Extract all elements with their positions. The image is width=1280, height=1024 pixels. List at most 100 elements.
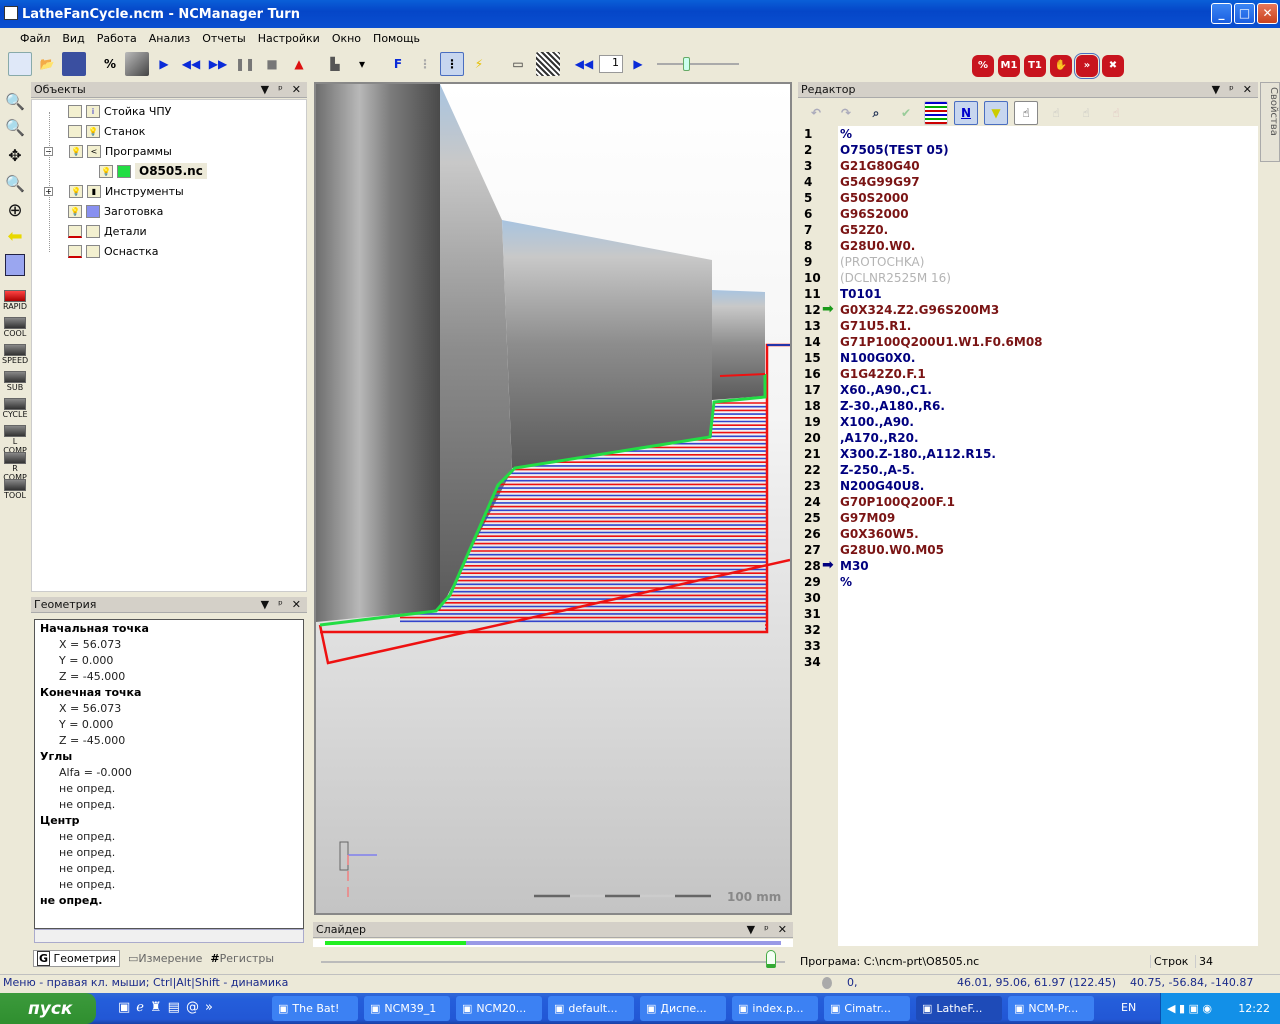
new-file-icon[interactable] [8,52,32,76]
menu-window[interactable]: Окно [326,32,367,45]
code-line[interactable]: M30 [840,558,1258,574]
code-line[interactable]: (PROTOCHKA) [840,254,1258,270]
code-lines[interactable]: % O7505(TEST 05) G21G80G40 G54G99G97 G50S200… [840,126,1258,670]
percent-tool-icon[interactable]: % [98,52,122,76]
panel-close-icon[interactable]: ✕ [1243,83,1252,96]
code-line[interactable]: Z-250.,A-5. [840,462,1258,478]
taskbar-button[interactable]: ▣ Cimatr... [824,996,910,1021]
panel-close-icon[interactable]: ✕ [778,923,787,936]
menu-work[interactable]: Работа [91,32,143,45]
tree-item-fixtures[interactable]: Оснастка [68,242,158,260]
code-line[interactable]: ,A170.,R20. [840,430,1258,446]
skip-button[interactable]: » [1074,52,1100,79]
stop-icon[interactable]: ■ [260,52,284,76]
code-line[interactable]: G71U5.R1. [840,318,1258,334]
rotate-icon[interactable]: ⊕ [2,200,28,221]
tab-geometry[interactable]: G Геометрия [33,949,120,967]
code-line[interactable]: G28U0.W0. [840,238,1258,254]
taskbar-button[interactable]: ▣ index.p... [732,996,818,1021]
clear-breakpoints-icon[interactable]: ☝ [1104,101,1128,125]
code-line[interactable]: % [840,574,1258,590]
play-icon[interactable]: ▶ [152,52,176,76]
position-slider-thumb[interactable] [766,950,777,968]
code-line[interactable]: G52Z0. [840,222,1258,238]
tree-item-stock[interactable]: 💡 Заготовка [68,202,163,220]
section-icon[interactable] [536,52,560,76]
collapse-icon[interactable]: − [44,146,53,156]
bat-icon[interactable]: ♜ [150,1000,162,1015]
panel-menu-icon[interactable]: ▼ [747,923,755,936]
back-arrow-icon[interactable]: ⬅ [2,226,28,247]
outlook-icon[interactable]: @ [186,1000,199,1015]
code-line[interactable]: G0X360W5. [840,526,1258,542]
taskbar-button[interactable]: ▣ Диспе... [640,996,726,1021]
code-line[interactable]: G0X324.Z2.G96S200M3 [840,302,1258,318]
code-line[interactable]: G28U0.W0.M05 [840,542,1258,558]
tool-view-icon[interactable]: ▙ [323,52,347,76]
menu-settings[interactable]: Настройки [252,32,326,45]
code-line[interactable]: G97M09 [840,510,1258,526]
menu-help[interactable]: Помощь [367,32,426,45]
next-n-icon[interactable]: ▶ [626,52,650,76]
stock-cube-icon[interactable] [125,52,149,76]
code-line[interactable]: G1G42Z0.F.1 [840,366,1258,382]
speed-slider-thumb[interactable] [683,57,690,71]
pause-icon[interactable]: ❚❚ [233,52,257,76]
code-line[interactable]: N100G0X0. [840,350,1258,366]
next-breakpoint-icon[interactable]: ☝ [1074,101,1098,125]
language-indicator[interactable]: EN [1121,1001,1136,1014]
program-start-button[interactable]: % [972,54,994,77]
code-line[interactable]: G71P100Q200U1.W1.F0.6M08 [840,334,1258,350]
fast-forward-icon[interactable]: ▶▶ [206,52,230,76]
speed-slider[interactable] [653,54,743,74]
position-slider[interactable] [321,961,785,963]
mode-sub[interactable]: SUB [2,371,28,392]
syntax-colors-icon[interactable] [924,101,948,125]
mode-speed[interactable]: SPEED [2,344,28,365]
tool-path-icon[interactable]: ⋮ [413,52,437,76]
panel-close-icon[interactable]: ✕ [292,598,301,611]
collision-icon[interactable]: ⚡ [467,52,491,76]
ie-icon[interactable]: ℯ [136,1000,144,1015]
views-icon[interactable] [5,254,25,276]
pin-icon[interactable]: ᵖ [278,83,283,96]
viewport-canvas[interactable]: 100 mm [316,84,790,913]
tree-item-tools[interactable]: + 💡 ▮ Инструменты [44,182,184,200]
menu-analysis[interactable]: Анализ [143,32,197,45]
panel-menu-icon[interactable]: ▼ [261,83,269,96]
code-line[interactable]: X100.,A90. [840,414,1258,430]
undo-icon[interactable]: ↶ [804,101,828,125]
code-line[interactable]: G96S2000 [840,206,1258,222]
code-line[interactable] [840,622,1258,638]
panel-menu-icon[interactable]: ▼ [261,598,269,611]
tab-registers[interactable]: #Регистры [210,952,274,965]
code-line[interactable]: X60.,A90.,C1. [840,382,1258,398]
menu-view[interactable]: Вид [56,32,90,45]
pin-icon[interactable]: ᵖ [764,923,769,936]
start-button[interactable]: пуск [0,993,96,1024]
code-line[interactable] [840,654,1258,670]
more-icon[interactable]: » [205,1000,213,1015]
mode-r-comp[interactable]: R COMP [2,452,28,482]
find-icon[interactable]: ⌕ [864,101,888,125]
taskbar-button[interactable]: ▣ LatheF... [916,996,1002,1021]
mode-l-comp[interactable]: L COMP [2,425,28,455]
mode-cycle[interactable]: CYCLE [2,398,28,419]
code-line[interactable]: T0101 [840,286,1258,302]
menu-reports[interactable]: Отчеты [196,32,251,45]
redo-icon[interactable]: ↷ [834,101,858,125]
feed-tool-icon[interactable]: F [386,52,410,76]
mode-rapid[interactable]: RAPID [2,290,28,311]
taskbar-button[interactable]: ▣ NCM20... [456,996,542,1021]
code-line[interactable]: N200G40U8. [840,478,1258,494]
hand-stop-button[interactable]: ✋ [1050,54,1072,77]
pin-icon[interactable]: ᵖ [278,598,283,611]
pin-icon[interactable]: ᵖ [1229,83,1234,96]
code-line[interactable]: (DCLNR2525M 16) [840,270,1258,286]
properties-side-tab[interactable]: Свойства [1260,82,1280,162]
tool-highlight-icon[interactable]: ▼ [984,101,1008,125]
taskbar-button[interactable]: ▣ NCM-Pr... [1008,996,1094,1021]
save-icon[interactable] [62,52,86,76]
alarm-icon[interactable]: ▲ [287,52,311,76]
tree-item-cnc-controller[interactable]: i Стойка ЧПУ [68,102,171,120]
